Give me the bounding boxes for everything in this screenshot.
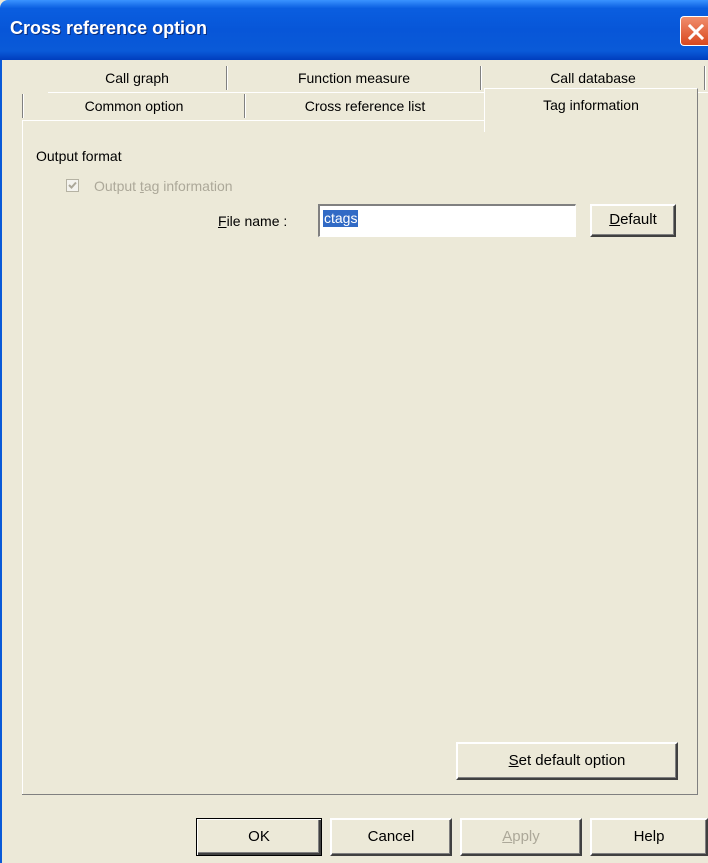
checkmark-icon [68,181,77,189]
help-button[interactable]: Help [590,818,708,856]
tab-label: Cross reference list [304,98,426,114]
button-label: pply [512,828,540,845]
file-name-value: ctags [323,210,359,227]
label-accelerator: D [609,211,621,228]
label-part: ile name : [226,213,288,229]
title-bar[interactable]: Cross reference option [0,0,708,60]
label-accelerator: A [502,828,513,845]
output-tag-checkbox[interactable] [66,179,79,192]
label-accelerator: F [218,213,227,229]
file-name-input[interactable]: ctags [318,204,576,237]
close-button[interactable] [680,16,708,46]
button-label: efault [620,211,657,228]
tab-label: Tag information [543,97,639,113]
window-border [0,60,2,863]
tab-label: Common option [84,98,184,114]
window-title: Cross reference option [10,18,208,38]
set-default-option-button[interactable]: Set default option [456,742,678,780]
panel-bottom-edge [22,794,698,795]
ok-button[interactable]: OK [196,818,322,856]
apply-button[interactable]: Apply [460,818,582,856]
panel-right-edge [697,120,698,795]
tab-separator [704,66,706,90]
tab-tag-information[interactable]: Tag information [484,88,698,132]
label-part: ag information [143,178,233,194]
tab-label: Call database [550,70,636,86]
tab-label: Call graph [105,70,169,86]
tab-cross-reference-list[interactable]: Cross reference list [246,98,484,120]
panel-top-edge [22,120,484,121]
button-label: et default option [518,752,626,769]
close-icon [687,23,705,41]
label-accelerator: S [508,752,519,769]
tab-function-measure[interactable]: Function measure [228,70,480,92]
output-tag-label[interactable]: Output tag information [94,178,233,194]
label-part: Output [94,178,140,194]
file-name-label: File name : [218,213,287,229]
tab-label: Function measure [297,70,411,86]
panel-left-edge [22,120,23,795]
default-button[interactable]: Default [590,204,676,237]
dialog-window: Cross reference option Call graph Functi… [0,0,708,863]
output-format-label: Output format [36,148,122,164]
cancel-button[interactable]: Cancel [330,818,452,856]
tab-call-graph[interactable]: Call graph [48,70,226,92]
tab-common-option[interactable]: Common option [24,98,244,120]
